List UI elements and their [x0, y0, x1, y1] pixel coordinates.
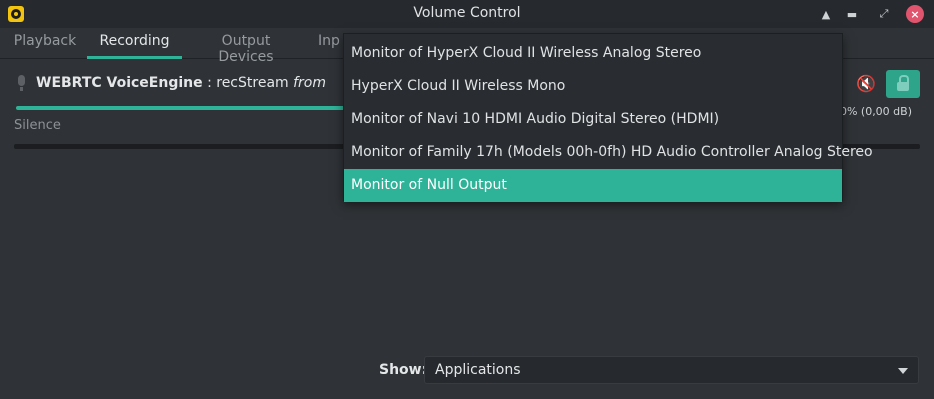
dropdown-item[interactable]: Monitor of Navi 10 HDMI Audio Digital St…	[344, 103, 842, 136]
stream-app-name: WEBRTC VoiceEngine	[36, 75, 203, 91]
chevron-down-icon	[898, 368, 908, 374]
show-label: Show:	[379, 362, 428, 378]
dropdown-item[interactable]: HyperX Cloud II Wireless Mono	[344, 70, 842, 103]
stream-name: recStream	[216, 75, 289, 91]
dropdown-item-selected[interactable]: Monitor of Null Output	[344, 169, 842, 202]
minimize-button[interactable]: ▬	[843, 5, 861, 23]
volume-control-window: Volume Control ▲ ▬ ⤢ × Playback Recordin…	[0, 0, 934, 399]
maximize-button[interactable]: ⤢	[875, 5, 893, 23]
stream-from-text: from	[293, 75, 327, 91]
window-title: Volume Control	[413, 5, 521, 21]
show-select-value: Applications	[435, 362, 521, 378]
show-select[interactable]: Applications	[424, 356, 919, 384]
dropdown-item[interactable]: Monitor of HyperX Cloud II Wireless Anal…	[344, 37, 842, 70]
tab-recording[interactable]: Recording	[87, 33, 182, 59]
tab-playback[interactable]: Playback	[12, 33, 78, 58]
microphone-icon	[16, 75, 27, 93]
source-dropdown-menu: Monitor of HyperX Cloud II Wireless Anal…	[343, 33, 873, 202]
stream-title: WEBRTC VoiceEngine : recStream from	[36, 75, 326, 91]
shade-button[interactable]: ▲	[817, 5, 835, 23]
stream-separator: :	[202, 75, 217, 91]
tab-output-devices[interactable]: Output Devices	[192, 33, 300, 65]
lock-channels-button[interactable]	[886, 70, 920, 98]
volume-slider[interactable]	[16, 106, 346, 110]
title-bar: Volume Control ▲ ▬ ⤢ ×	[0, 0, 934, 28]
dropdown-item[interactable]: Monitor of Family 17h (Models 00h-0fh) H…	[344, 136, 873, 169]
speaker-mute-icon[interactable]: 🔇	[856, 74, 876, 94]
silence-label: Silence	[14, 118, 61, 133]
close-button[interactable]: ×	[906, 5, 924, 23]
